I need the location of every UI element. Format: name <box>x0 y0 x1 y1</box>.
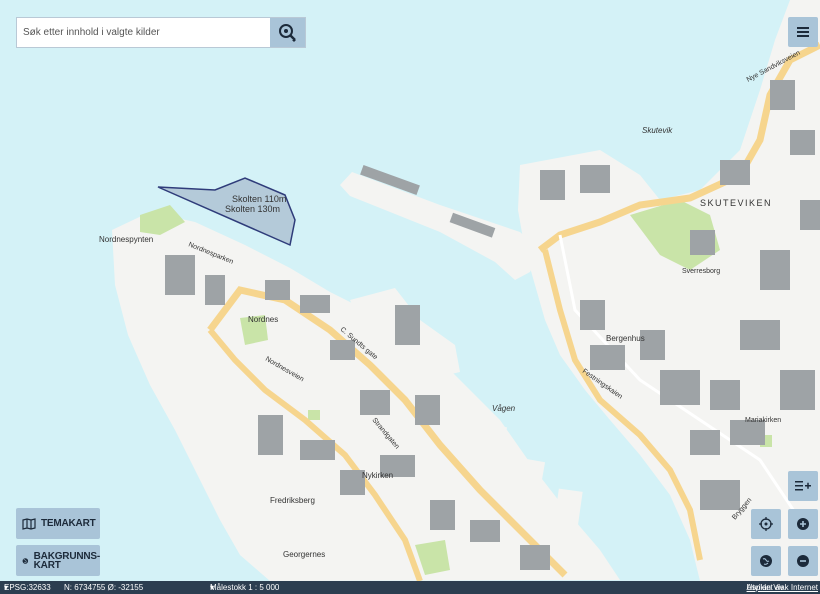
epsg-label: EPSG:32633 <box>4 583 51 592</box>
chevron-down-icon: ▾ <box>4 583 9 592</box>
bakgrunnskart-button[interactable]: BAKGRUNNS- KART <box>16 545 100 576</box>
label-sverresborg: Sverresborg <box>682 268 720 275</box>
world-view-button[interactable] <box>751 546 781 576</box>
minus-icon <box>797 555 809 567</box>
hamburger-icon <box>797 27 809 37</box>
locate-button[interactable] <box>751 509 781 539</box>
label-bergenhus: Bergenhus <box>606 334 645 343</box>
bakgrunnskart-label-line2: KART <box>33 559 61 571</box>
menu-button[interactable] <box>788 17 818 47</box>
globe-icon <box>22 557 29 564</box>
crosshair-icon <box>759 517 773 531</box>
zoom-out-button[interactable] <box>788 546 818 576</box>
plus-icon <box>797 518 809 530</box>
map-canvas[interactable]: Skolten 110m Skolten 130m Skutevik SKUTE… <box>0 0 820 594</box>
globe-icon <box>760 555 772 567</box>
add-layer-button[interactable] <box>788 471 818 501</box>
temakart-label: TEMAKART <box>41 518 96 529</box>
label-fredriksberg: Fredriksberg <box>270 496 315 505</box>
label-nordnes: Nordnes <box>248 315 278 324</box>
scale-label: Målestokk 1 : 5 000 <box>210 583 280 592</box>
label-skolten-2: Skolten 130m <box>225 204 280 214</box>
label-mariakirken: Mariakirken <box>745 417 781 424</box>
credit-prefix: Utviklet av <box>746 583 784 592</box>
zoom-in-button[interactable] <box>788 509 818 539</box>
map-icon <box>22 517 36 530</box>
temakart-button[interactable]: TEMAKART <box>16 508 100 539</box>
status-bar: EPSG:32633 ▾ N: 6734755 Ø: -32155 Målest… <box>0 581 820 594</box>
search-icon <box>278 23 296 42</box>
label-vagen: Vågen <box>492 404 516 413</box>
chevron-down-icon: ▾ <box>210 583 215 592</box>
label-skutevik: Skutevik <box>642 126 673 135</box>
list-add-icon <box>795 481 811 491</box>
bakgrunnskart-label: BAKGRUNNS- KART <box>33 551 101 571</box>
search-input[interactable] <box>17 18 271 47</box>
label-skuteviken: SKUTEVIKEN <box>700 198 772 208</box>
label-nykirken: Nykirken <box>362 471 393 480</box>
coordinates-readout: N: 6734755 Ø: -32155 <box>64 583 144 592</box>
label-skolten-1: Skolten 110m <box>232 194 286 204</box>
label-nordnespynten: Nordnespynten <box>99 235 153 244</box>
label-georgernes: Georgernes <box>283 550 325 559</box>
search-button[interactable] <box>270 18 305 47</box>
credit: Utviklet av Asplan Viak Internet <box>747 581 818 594</box>
search-box <box>16 17 306 48</box>
